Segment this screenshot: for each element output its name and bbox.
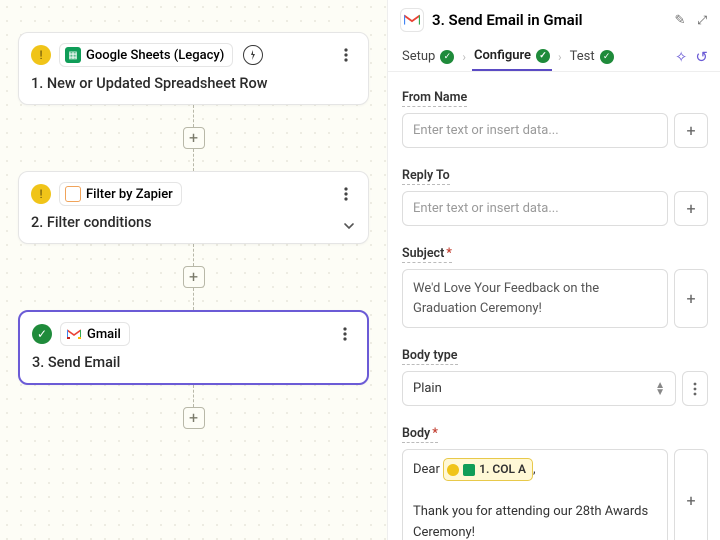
rename-button[interactable]: ✎ [674, 13, 685, 28]
gmail-icon [66, 326, 82, 342]
config-panel: 3. Send Email in Gmail ✎ ⤢ Setup ✓ › Con… [387, 0, 720, 540]
tab-test[interactable]: Test ✓ [568, 43, 616, 70]
insert-data-button[interactable]: + [674, 191, 708, 226]
step-menu-button[interactable] [334, 43, 358, 67]
panel-tabs: Setup ✓ › Configure ✓ › Test ✓ ✧ ↺ [388, 36, 720, 72]
warning-icon [447, 464, 459, 476]
add-step-button[interactable]: + [183, 127, 205, 149]
app-chip-filter: ∇ Filter by Zapier [59, 182, 182, 206]
warning-icon: ! [31, 45, 51, 65]
step-menu-button[interactable] [333, 322, 357, 346]
check-icon: ✓ [32, 324, 52, 344]
insert-data-button[interactable]: + [674, 113, 708, 148]
chip-label: Gmail [87, 327, 121, 342]
insert-data-button[interactable]: + [674, 449, 708, 540]
chip-label: Filter by Zapier [86, 187, 173, 202]
tab-setup[interactable]: Setup ✓ [400, 43, 456, 70]
subject-input[interactable]: We'd Love Your Feedback on the Graduatio… [402, 269, 668, 328]
reply-to-input[interactable]: Enter text or insert data... [402, 191, 668, 226]
connector: + [12, 105, 375, 171]
insert-data-button[interactable]: + [674, 269, 708, 328]
trigger-icon [243, 45, 263, 65]
step-title: 1. New or Updated Spreadsheet Row [31, 75, 324, 92]
add-step-button[interactable]: + [183, 266, 205, 288]
google-sheets-icon: ▦ [65, 47, 81, 63]
warning-icon: ! [31, 184, 51, 204]
zap-canvas[interactable]: ! ▦ Google Sheets (Legacy) 1. New or Upd… [0, 0, 387, 540]
chevron-down-icon[interactable] [342, 219, 356, 233]
step-card-2[interactable]: ! ∇ Filter by Zapier 2. Filter condition… [18, 171, 369, 244]
data-token-col-a[interactable]: 1. COL A [443, 458, 533, 481]
panel-title: 3. Send Email in Gmail [432, 11, 666, 29]
field-label: Body* [402, 426, 438, 443]
from-name-input[interactable]: Enter text or insert data... [402, 113, 668, 148]
check-icon: ✓ [536, 49, 550, 63]
field-label: Subject* [402, 246, 452, 263]
field-from-name: From Name Enter text or insert data... + [402, 86, 708, 148]
filter-icon: ∇ [65, 186, 81, 202]
ai-suggest-button[interactable]: ✧ [675, 48, 688, 66]
check-icon: ✓ [440, 50, 454, 64]
connector: + [12, 385, 375, 429]
body-input[interactable]: Dear 1. COL A , Thank you for attending … [402, 449, 668, 540]
app-chip-google-sheets: ▦ Google Sheets (Legacy) [59, 43, 233, 67]
field-body: Body* Dear 1. COL A , Thank you for atte… [402, 422, 708, 540]
tab-configure[interactable]: Configure ✓ [472, 42, 552, 71]
step-title: 3. Send Email [32, 354, 323, 371]
field-options-button[interactable] [682, 371, 708, 406]
step-title: 2. Filter conditions [31, 214, 324, 231]
field-body-type: Body type Plain ▲▼ [402, 344, 708, 406]
step-card-3[interactable]: ✓ Gmail 3. Send Email [18, 310, 369, 385]
select-arrows-icon: ▲▼ [655, 382, 665, 396]
check-icon: ✓ [600, 50, 614, 64]
configure-form: From Name Enter text or insert data... +… [388, 72, 720, 540]
field-label: Body type [402, 348, 458, 365]
chip-label: Google Sheets (Legacy) [86, 48, 224, 63]
step-menu-button[interactable] [334, 182, 358, 206]
field-label: From Name [402, 90, 467, 107]
body-type-select[interactable]: Plain ▲▼ [402, 371, 676, 406]
expand-panel-button[interactable]: ⤢ [693, 13, 710, 27]
undo-button[interactable]: ↺ [695, 48, 708, 66]
add-step-button[interactable]: + [183, 407, 205, 429]
connector: + [12, 244, 375, 310]
field-label: Reply To [402, 168, 450, 185]
field-subject: Subject* We'd Love Your Feedback on the … [402, 242, 708, 328]
google-sheets-icon [463, 464, 475, 476]
app-chip-gmail: Gmail [60, 322, 130, 346]
chevron-right-icon: › [462, 50, 466, 64]
field-reply-to: Reply To Enter text or insert data... + [402, 164, 708, 226]
step-card-1[interactable]: ! ▦ Google Sheets (Legacy) 1. New or Upd… [18, 32, 369, 105]
chevron-right-icon: › [558, 50, 562, 64]
gmail-icon [400, 8, 424, 32]
